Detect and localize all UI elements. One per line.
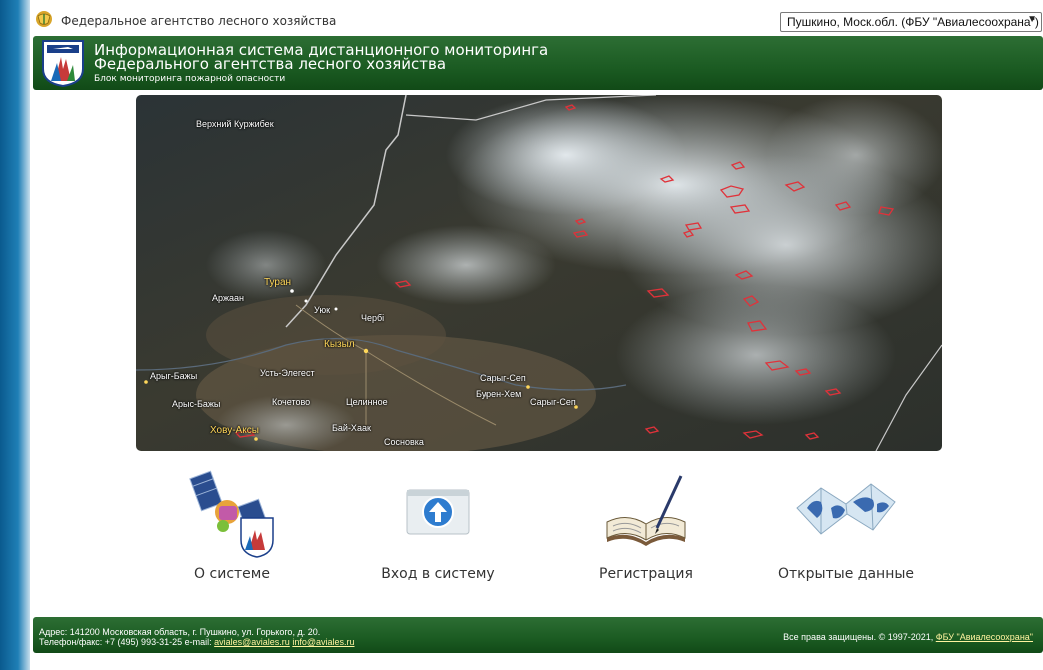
about-system-label: О системе xyxy=(194,566,270,582)
header-title-line2: Федерального агентства лесного хозяйства xyxy=(94,55,447,73)
email-link-aviales[interactable]: aviales@aviales.ru xyxy=(214,637,290,647)
map-label: Кызыл xyxy=(324,339,355,350)
map-label: Арыг-Бажы xyxy=(150,371,198,381)
satellite-icon xyxy=(189,470,274,558)
about-system-link[interactable]: О системе xyxy=(142,468,322,588)
map-label: Верхний Куржибек xyxy=(196,119,274,129)
footer-contacts: Телефон/факс: +7 (495) 993-31-25 e-mail:… xyxy=(39,637,355,647)
map-label: Сосновка xyxy=(384,437,424,447)
map-label: Уюк xyxy=(314,305,331,315)
book-pen-icon xyxy=(606,475,686,546)
login-arrow-icon xyxy=(406,489,470,535)
registration-label: Регистрация xyxy=(599,566,693,582)
footer-address: Адрес: 141200 Московская область, г. Пуш… xyxy=(39,627,321,637)
map-label: Усть-Элегест xyxy=(260,368,315,378)
open-data-link[interactable]: Открытые данные xyxy=(756,468,936,588)
map-label: Чербі xyxy=(361,313,385,323)
agency-name: Федеральное агентство лесного хозяйства xyxy=(61,14,337,28)
login-label: Вход в систему xyxy=(381,566,495,582)
chevron-down-icon: ▼ xyxy=(1027,14,1037,25)
region-select[interactable]: Пушкино, Моск.обл. (ФБУ "Авиалесоохрана"… xyxy=(780,12,1042,32)
aviales-org-link[interactable]: ФБУ "Авиалесоохрана" xyxy=(936,632,1033,642)
email-link-info[interactable]: info@aviales.ru xyxy=(292,637,354,647)
top-bar: Федеральное агентство лесного хозяйства … xyxy=(30,0,1043,34)
login-link[interactable]: Вход в систему xyxy=(348,468,528,588)
open-data-label: Открытые данные xyxy=(777,566,915,582)
map-label: Аржаан xyxy=(212,293,245,303)
header-banner: Информационная система дистанционного мо… xyxy=(33,36,1043,90)
satellite-map-image: Верхний Куржибек Туран Аржаан Уюк Чербі … xyxy=(136,95,942,451)
footer: Адрес: 141200 Московская область, г. Пуш… xyxy=(33,617,1043,653)
footer-phone: Телефон/факс: +7 (495) 993-31-25 xyxy=(39,637,183,647)
header-subtitle: Блок мониторинга пожарной опасности xyxy=(94,74,286,84)
map-label: Целинное xyxy=(346,397,388,407)
world-map-icon xyxy=(796,483,896,535)
footer-email-label: e-mail: xyxy=(184,637,212,647)
region-select-value: Пушкино, Моск.обл. (ФБУ "Авиалесоохрана"… xyxy=(787,15,1039,29)
footer-rights: Все права защищены. © 1997-2021, ФБУ "Ав… xyxy=(783,632,1033,642)
footer-rights-text: Все права защищены. © 1997-2021, xyxy=(783,632,934,642)
registration-link[interactable]: Регистрация xyxy=(556,468,736,588)
map-label: Сарыг-Сеп xyxy=(480,373,526,383)
page: Федеральное агентство лесного хозяйства … xyxy=(30,0,1043,670)
map-label: Бурен-Хем xyxy=(476,389,522,399)
agency-emblem-icon xyxy=(36,11,52,27)
map-label: Арыс-Бажы xyxy=(172,399,221,409)
map-label: Кочетово xyxy=(272,397,311,407)
map-label: Хову-Аксы xyxy=(210,425,259,436)
map-label: Сарыг-Сеп xyxy=(530,397,576,407)
map-label: Бай-Хаак xyxy=(332,423,371,433)
aviales-logo-icon xyxy=(42,40,84,88)
map-label: Туран xyxy=(264,277,292,288)
